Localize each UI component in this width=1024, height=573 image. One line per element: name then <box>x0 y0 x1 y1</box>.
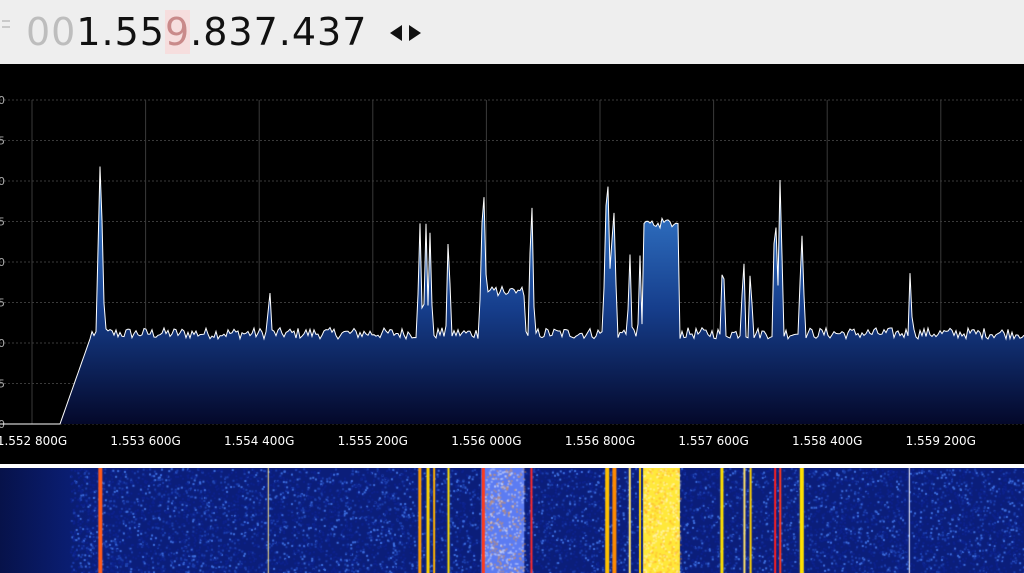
y-tick-label: 5 <box>0 135 5 148</box>
frequency-digits-mid[interactable]: 1.55 <box>76 10 165 54</box>
y-tick-label: 5 <box>0 297 5 310</box>
x-tick-label: 1.559 200G <box>906 434 976 448</box>
y-tick-label: 0 <box>0 337 5 350</box>
frequency-digit-cursor[interactable]: 9 <box>164 10 191 54</box>
frequency-toolbar: 001.559.837.437 <box>0 0 1024 64</box>
y-axis-labels: 050505050 <box>0 94 5 431</box>
x-tick-label: 1.552 800G <box>0 434 67 448</box>
y-tick-label: 0 <box>0 256 5 269</box>
waterfall-display[interactable] <box>0 468 1024 573</box>
x-tick-label: 1.557 600G <box>678 434 748 448</box>
x-tick-label: 1.555 200G <box>338 434 408 448</box>
spectrum-fill <box>0 166 1024 424</box>
x-tick-label: 1.556 000G <box>451 434 521 448</box>
x-tick-label: 1.553 600G <box>110 434 180 448</box>
y-tick-label: 0 <box>0 94 5 107</box>
y-tick-label: 5 <box>0 378 5 391</box>
step-left-arrow-icon[interactable] <box>390 25 402 41</box>
spectrum-chart[interactable]: 050505050 1.552 800G 1.553 600G 1.554 400G… <box>0 64 1024 464</box>
spectrum-plot[interactable]: 050505050 1.552 800G 1.553 600G 1.554 400G… <box>0 64 1024 464</box>
drag-handle-icon[interactable] <box>2 20 10 38</box>
frequency-leading-digits[interactable]: 00 <box>26 10 76 54</box>
frequency-step-arrows[interactable] <box>388 22 424 44</box>
x-tick-label: 1.554 400G <box>224 434 294 448</box>
x-tick-label: 1.556 800G <box>565 434 635 448</box>
frequency-digits-tail[interactable]: .837.437 <box>190 10 367 54</box>
frequency-display[interactable]: 001.559.837.437 <box>26 6 367 58</box>
frequency-axis-labels: 1.552 800G 1.553 600G 1.554 400G 1.555 200G… <box>0 434 976 448</box>
y-tick-label: 0 <box>0 175 5 188</box>
x-tick-label: 1.558 400G <box>792 434 862 448</box>
y-tick-label: 5 <box>0 216 5 229</box>
step-right-arrow-icon[interactable] <box>409 25 421 41</box>
